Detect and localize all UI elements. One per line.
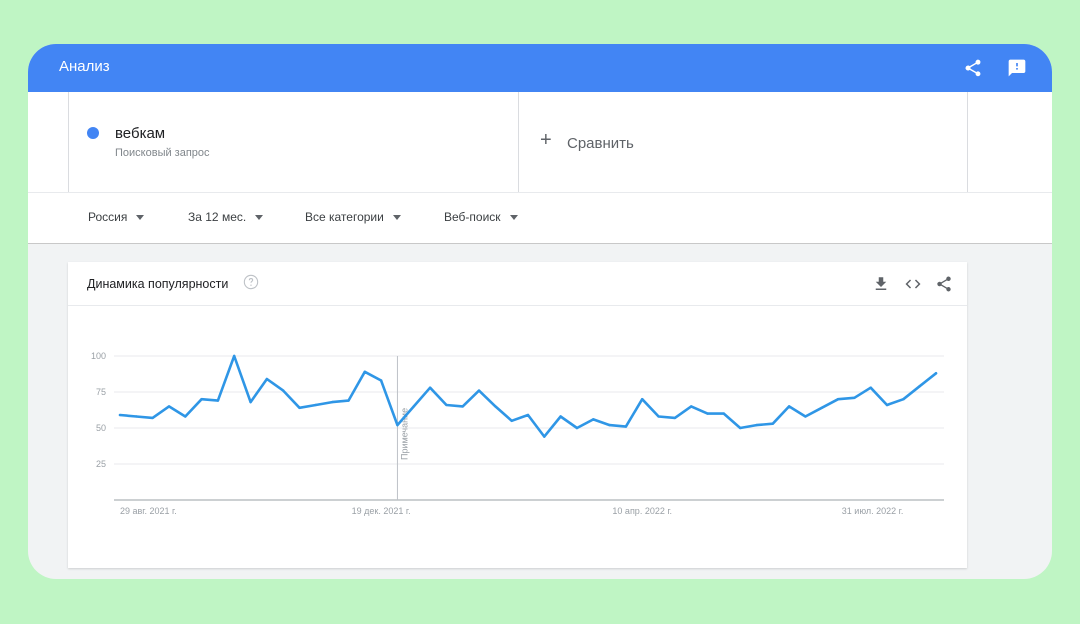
compare-label: Сравнить (567, 135, 634, 152)
data-point (902, 398, 905, 401)
search-term-type: Поисковый запрос (115, 147, 210, 159)
data-point (755, 423, 758, 427)
x-tick-label: 19 дек. 2021 г. (352, 506, 411, 516)
data-point (445, 403, 448, 407)
data-point (216, 399, 220, 402)
data-point (706, 412, 709, 415)
data-point (461, 405, 464, 408)
data-point (885, 403, 889, 407)
data-point (249, 400, 252, 404)
filter-search-type[interactable]: Веб-поиск (444, 210, 518, 224)
search-term-name: вебкам (115, 125, 166, 142)
search-term-card[interactable]: вебкам Поисковый запрос (68, 92, 519, 192)
series-line (118, 354, 938, 438)
filter-bar: Россия За 12 мес. Все категории Веб-поис… (28, 192, 1052, 244)
data-point (836, 398, 840, 401)
data-point (624, 425, 628, 428)
data-point (869, 386, 872, 389)
chevron-down-icon (392, 214, 401, 220)
term-color-dot (87, 127, 99, 139)
data-point (282, 389, 285, 392)
data-point (314, 403, 318, 407)
compare-button[interactable]: + Сравнить (518, 92, 968, 192)
feedback-icon[interactable] (1007, 58, 1027, 78)
data-point (673, 416, 677, 420)
data-point (412, 405, 415, 408)
trends-window: Анализ вебкам Поисковый запрос + Сравнит… (28, 44, 1052, 579)
data-point (347, 399, 350, 402)
data-point (184, 415, 187, 418)
data-point (428, 386, 432, 389)
help-icon[interactable] (243, 274, 259, 290)
data-point (526, 413, 530, 417)
plus-icon: + (540, 129, 552, 151)
data-point (608, 423, 611, 427)
data-point (233, 354, 236, 358)
data-point (265, 377, 269, 381)
download-icon[interactable] (872, 275, 890, 293)
data-point (379, 379, 383, 382)
data-point (298, 406, 301, 410)
data-point (135, 415, 138, 418)
data-point (543, 435, 546, 438)
data-point (559, 415, 562, 418)
data-point (575, 426, 579, 430)
interest-over-time-card: Динамика популярности 25 50 75 100 29 авг. 2… (68, 262, 967, 568)
data-point (118, 413, 122, 417)
data-point (641, 398, 644, 401)
data-point (330, 400, 334, 404)
data-point (722, 412, 726, 415)
data-point (820, 406, 823, 410)
filter-region-label: Россия (88, 210, 128, 224)
y-tick-label: 75 (96, 387, 106, 397)
share-icon[interactable] (963, 58, 983, 78)
x-tick-label: 29 авг. 2021 г. (120, 506, 177, 516)
term-panel: вебкам Поисковый запрос + Сравнить (28, 92, 1052, 192)
interest-line-chart: 25 50 75 100 29 авг. 2021 г. 19 дек. 2021 г. 1… (91, 351, 944, 516)
data-point (200, 398, 203, 401)
top-bar: Анализ (28, 44, 1052, 92)
filter-category-label: Все категории (305, 210, 384, 224)
chevron-down-icon (136, 214, 145, 220)
data-point (510, 419, 513, 422)
chevron-down-icon (509, 214, 518, 220)
filter-region[interactable]: Россия (88, 210, 145, 224)
data-point (804, 415, 807, 418)
embed-icon[interactable] (904, 275, 922, 293)
data-point (690, 405, 693, 408)
card-header: Динамика популярности (68, 262, 967, 306)
filter-period[interactable]: За 12 мес. (188, 210, 264, 224)
data-point (592, 418, 595, 421)
share-icon[interactable] (935, 275, 953, 293)
data-point (151, 416, 154, 420)
filter-period-label: За 12 мес. (188, 210, 247, 224)
data-point (787, 405, 791, 408)
data-point (167, 405, 171, 408)
page-title: Анализ (59, 58, 110, 75)
y-tick-label: 25 (96, 459, 106, 469)
data-point (771, 422, 774, 425)
data-point (853, 396, 856, 399)
data-point (657, 415, 660, 418)
x-tick-label: 31 июл. 2022 г. (842, 506, 904, 516)
data-point (918, 385, 921, 388)
filter-category[interactable]: Все категории (305, 210, 401, 224)
chevron-down-icon (255, 214, 264, 220)
data-point (934, 372, 938, 375)
data-point (494, 405, 497, 408)
y-tick-label: 100 (91, 351, 106, 361)
card-title: Динамика популярности (87, 277, 229, 291)
filter-search-type-label: Веб-поиск (444, 210, 501, 224)
data-point (477, 389, 481, 392)
data-point (363, 370, 366, 374)
x-tick-label: 10 апр. 2022 г. (612, 506, 672, 516)
data-point (396, 423, 399, 427)
data-point (738, 426, 742, 430)
y-tick-label: 50 (96, 423, 106, 433)
